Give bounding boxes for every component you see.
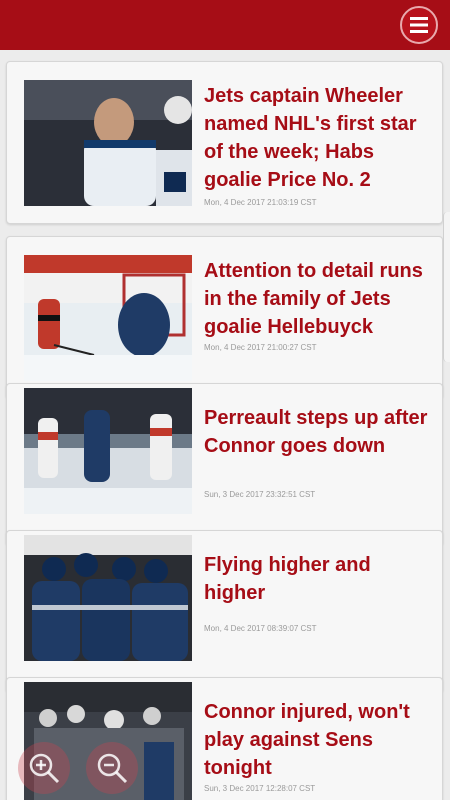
- news-feed[interactable]: Jets captain Wheeler named NHL's first s…: [0, 50, 450, 800]
- zoom-in-button[interactable]: [18, 742, 70, 794]
- article-card[interactable]: Connor injured, won't play against Sens …: [6, 677, 443, 800]
- article-headline[interactable]: Attention to detail runs in the family o…: [204, 257, 436, 341]
- hamburger-menu-icon: [410, 17, 428, 33]
- zoom-in-icon: [29, 753, 60, 784]
- article-headline[interactable]: Perreault steps up after Connor goes dow…: [204, 404, 436, 460]
- article-card[interactable]: Jets captain Wheeler named NHL's first s…: [6, 61, 443, 224]
- article-timestamp: Mon, 4 Dec 2017 21:03:19 CST: [204, 198, 317, 207]
- article-thumbnail: [24, 388, 192, 514]
- article-timestamp: Sun, 3 Dec 2017 23:32:51 CST: [204, 490, 316, 499]
- article-thumbnail: [24, 535, 192, 661]
- article-timestamp: Mon, 4 Dec 2017 21:00:27 CST: [204, 343, 317, 352]
- zoom-out-icon: [97, 753, 128, 784]
- zoom-out-button[interactable]: [86, 742, 138, 794]
- article-timestamp: Sun, 3 Dec 2017 12:28:07 CST: [204, 784, 316, 793]
- article-thumbnail: [24, 255, 192, 381]
- article-thumbnail: [24, 80, 192, 206]
- article-headline[interactable]: Jets captain Wheeler named NHL's first s…: [204, 82, 436, 194]
- article-headline[interactable]: Connor injured, won't play against Sens …: [204, 698, 436, 782]
- article-card[interactable]: Perreault steps up after Connor goes dow…: [6, 383, 443, 546]
- scrollbar[interactable]: [443, 212, 450, 362]
- app-bar: [0, 0, 450, 50]
- article-card[interactable]: Attention to detail runs in the family o…: [6, 236, 443, 399]
- article-card[interactable]: Flying higher and higher Mon, 4 Dec 2017…: [6, 530, 443, 693]
- article-headline[interactable]: Flying higher and higher: [204, 551, 436, 607]
- article-timestamp: Mon, 4 Dec 2017 08:39:07 CST: [204, 624, 317, 633]
- menu-button[interactable]: [400, 6, 438, 44]
